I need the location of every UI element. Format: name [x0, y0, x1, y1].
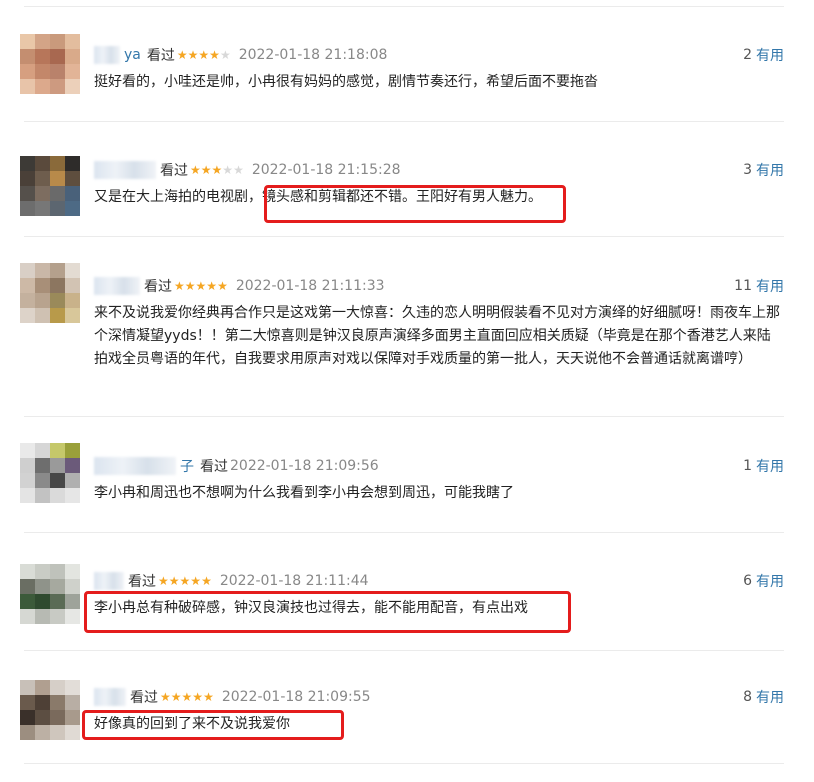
- star-icon: ★: [187, 48, 199, 62]
- avatar[interactable]: [20, 564, 80, 624]
- useful-button[interactable]: 有用: [756, 276, 784, 296]
- username[interactable]: ya: [124, 47, 141, 63]
- comment-meta: 看过 ★ ★ ★ ★ ★ 2022-01-18 21:11:44: [94, 570, 369, 592]
- vote-count: 2: [743, 47, 752, 63]
- divider: [24, 650, 784, 651]
- comment-meta: 看过 ★ ★ ★ ★ ★ 2022-01-18 21:11:33: [94, 275, 385, 297]
- vote-area: 6 有用: [743, 570, 784, 592]
- vote-count: 11: [734, 278, 752, 294]
- username-blurred[interactable]: [94, 46, 120, 64]
- star-icon: ★: [170, 690, 182, 704]
- watched-label: 看过: [160, 163, 188, 179]
- username-blurred[interactable]: [94, 457, 176, 475]
- vote-area: 11 有用: [734, 275, 784, 297]
- star-icon: ★: [184, 279, 196, 293]
- rating-stars: ★ ★ ★ ★ ★: [190, 164, 244, 176]
- rating-stars: ★ ★ ★ ★ ★: [158, 575, 212, 587]
- star-icon: ★: [192, 690, 204, 704]
- comment-meta: ya 看过 ★ ★ ★ ★ ★ 2022-01-18 21:18:08: [94, 44, 387, 66]
- vote-count: 6: [743, 573, 752, 589]
- divider: [24, 6, 784, 7]
- divider: [24, 763, 784, 764]
- avatar[interactable]: [20, 443, 80, 503]
- username-blurred[interactable]: [94, 688, 126, 706]
- star-icon: ★: [219, 48, 231, 62]
- star-icon: ★: [233, 163, 244, 177]
- star-icon: ★: [174, 279, 185, 293]
- comment-time[interactable]: 2022-01-18 21:18:08: [239, 47, 388, 63]
- watched-label: 看过: [128, 574, 156, 590]
- vote-count: 1: [743, 458, 752, 474]
- comment-meta: 看过 ★ ★ ★ ★ ★ 2022-01-18 21:09:55: [94, 686, 371, 708]
- vote-area: 1 有用: [743, 455, 784, 477]
- comment-time[interactable]: 2022-01-18 21:11:44: [220, 573, 369, 589]
- star-icon: ★: [158, 574, 169, 588]
- vote-count: 8: [743, 689, 752, 705]
- star-icon: ★: [179, 574, 191, 588]
- rating-stars: ★ ★ ★ ★ ★: [177, 49, 231, 61]
- comment-time[interactable]: 2022-01-18 21:15:28: [252, 162, 401, 178]
- star-icon: ★: [211, 163, 223, 177]
- star-icon: ★: [203, 690, 214, 704]
- star-icon: ★: [209, 48, 220, 62]
- star-icon: ★: [176, 48, 188, 62]
- rating-stars: ★ ★ ★ ★ ★: [174, 280, 228, 292]
- star-icon: ★: [222, 163, 234, 177]
- divider: [24, 121, 784, 122]
- vote-area: 3 有用: [743, 159, 784, 181]
- watched-label: 看过: [144, 279, 172, 295]
- star-icon: ★: [190, 163, 201, 177]
- avatar[interactable]: [20, 263, 80, 323]
- star-icon: ★: [198, 48, 210, 62]
- star-icon: ★: [217, 279, 228, 293]
- username-blurred[interactable]: [94, 277, 140, 295]
- star-icon: ★: [200, 163, 212, 177]
- vote-area: 2 有用: [743, 44, 784, 66]
- useful-button[interactable]: 有用: [756, 45, 784, 65]
- divider: [24, 236, 784, 237]
- comment-time[interactable]: 2022-01-18 21:11:33: [236, 278, 385, 294]
- comment-time[interactable]: 2022-01-18 21:09:55: [222, 689, 371, 705]
- comment-meta: 看过 ★ ★ ★ ★ ★ 2022-01-18 21:15:28: [94, 159, 401, 181]
- comment-time[interactable]: 2022-01-18 21:09:56: [230, 458, 379, 474]
- star-icon: ★: [206, 279, 218, 293]
- highlight-box: [264, 185, 566, 223]
- highlight-box: [82, 710, 344, 740]
- watched-label: 看过: [200, 459, 228, 475]
- username[interactable]: 子: [180, 456, 194, 476]
- comment-text: 李小冉和周迅也不想啊为什么我看到李小冉会想到周迅，可能我瞎了: [94, 485, 514, 501]
- star-icon: ★: [168, 574, 180, 588]
- useful-button[interactable]: 有用: [756, 687, 784, 707]
- vote-count: 3: [743, 162, 752, 178]
- comment-meta: 子 看过 2022-01-18 21:09:56: [94, 455, 379, 477]
- avatar[interactable]: [20, 680, 80, 740]
- watched-label: 看过: [146, 48, 175, 64]
- star-icon: ★: [181, 690, 193, 704]
- avatar[interactable]: [20, 34, 80, 94]
- star-icon: ★: [195, 279, 207, 293]
- useful-button[interactable]: 有用: [756, 571, 784, 591]
- divider: [24, 532, 784, 533]
- avatar[interactable]: [20, 156, 80, 216]
- rating-stars: ★ ★ ★ ★ ★: [160, 691, 214, 703]
- comment-text: 挺好看的，小哇还是帅，小冉很有妈妈的感觉，剧情节奏还行，希望后面不要拖沓: [94, 74, 598, 90]
- comment-text: 来不及说我爱你经典再合作只是这戏第一大惊喜：久违的恋人明明假装看不见对方演绎的好…: [94, 305, 780, 367]
- watched-label: 看过: [130, 690, 158, 706]
- username-blurred[interactable]: [94, 161, 156, 179]
- divider: [24, 416, 784, 417]
- useful-button[interactable]: 有用: [756, 456, 784, 476]
- vote-area: 8 有用: [743, 686, 784, 708]
- useful-button[interactable]: 有用: [756, 160, 784, 180]
- star-icon: ★: [201, 574, 212, 588]
- star-icon: ★: [160, 690, 171, 704]
- username-blurred[interactable]: [94, 572, 124, 590]
- star-icon: ★: [190, 574, 202, 588]
- highlight-box: [84, 591, 571, 633]
